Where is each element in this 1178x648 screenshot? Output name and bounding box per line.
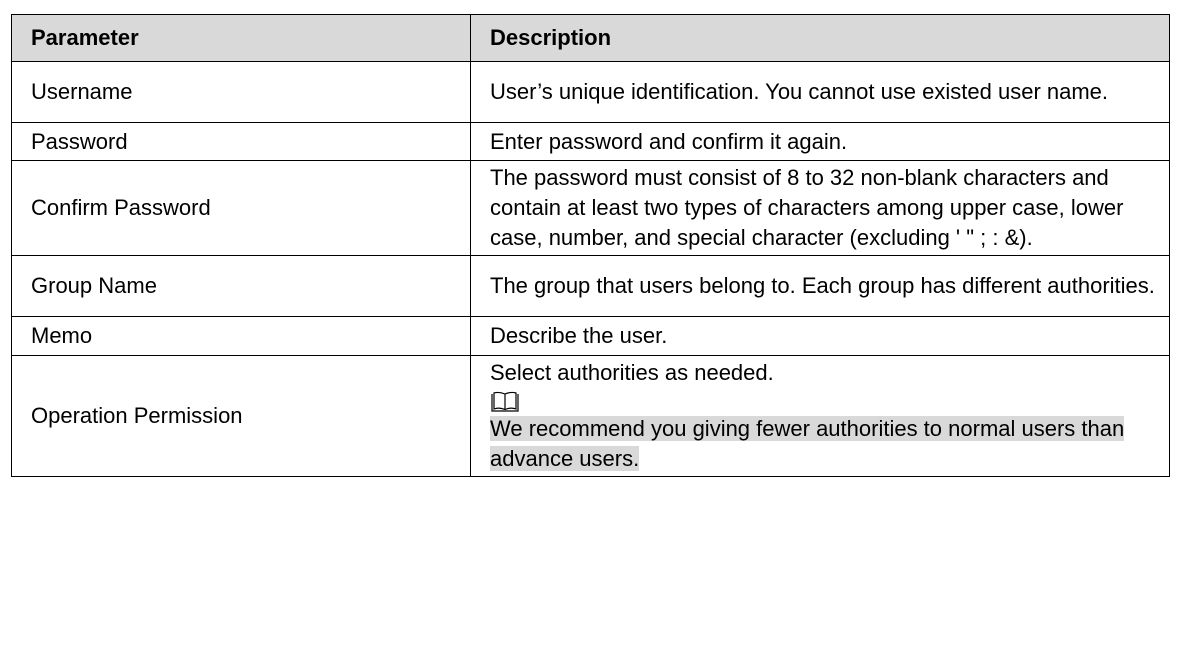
table-row-username: Username User’s unique identification. Y…: [11, 61, 1170, 123]
table-row-operation-permission: Operation Permission Select authorities …: [11, 355, 1170, 477]
clipped-caption-fragment: [512, 0, 712, 8]
user-parameters-table: Parameter Description Username User’s un…: [11, 14, 1170, 477]
table-row-password: Password Enter password and confirm it a…: [11, 122, 1170, 161]
table-header: Parameter Description: [11, 14, 1170, 62]
operation-permission-description: Select authorities as needed.: [490, 360, 774, 385]
note-text: We recommend you giving fewer authoritie…: [490, 416, 1125, 471]
cell-description-password: Enter password and confirm it again.: [470, 122, 1170, 161]
header-parameter: Parameter: [11, 14, 471, 62]
table-body: Username User’s unique identification. Y…: [11, 61, 1170, 477]
book-icon: [491, 391, 519, 412]
table-row-group-name: Group Name The group that users belong t…: [11, 255, 1170, 317]
header-description: Description: [470, 14, 1170, 62]
cell-description-memo: Describe the user.: [470, 316, 1170, 356]
table-row-confirm-password: Confirm Password The password must consi…: [11, 160, 1170, 256]
cell-parameter-memo: Memo: [11, 316, 471, 356]
cell-parameter-username: Username: [11, 61, 471, 123]
table-row-memo: Memo Describe the user.: [11, 316, 1170, 356]
cell-description-username: User’s unique identification. You cannot…: [470, 61, 1170, 123]
cell-description-confirm-password: The password must consist of 8 to 32 non…: [470, 160, 1170, 256]
header-row: Parameter Description: [11, 14, 1170, 62]
cell-parameter-operation-permission: Operation Permission: [11, 355, 471, 477]
cell-description-group-name: The group that users belong to. Each gro…: [470, 255, 1170, 317]
cell-parameter-password: Password: [11, 122, 471, 161]
note-block: We recommend you giving fewer authoritie…: [490, 414, 1155, 474]
cell-description-operation-permission: Select authorities as needed. We recomme…: [470, 355, 1170, 477]
cell-parameter-confirm-password: Confirm Password: [11, 160, 471, 256]
cell-parameter-group-name: Group Name: [11, 255, 471, 317]
